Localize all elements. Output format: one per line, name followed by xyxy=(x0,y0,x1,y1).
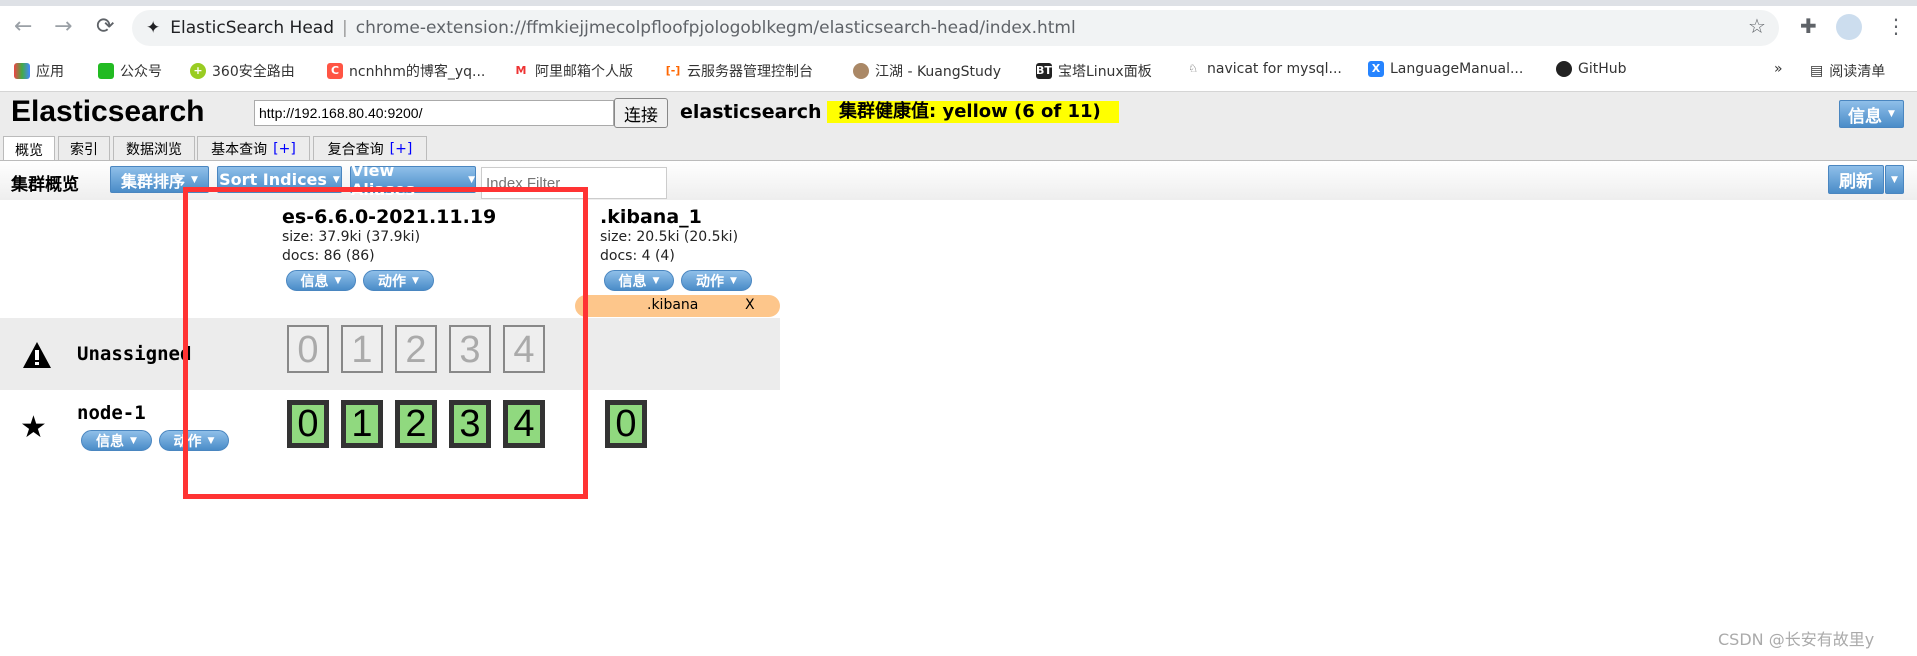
bookmark[interactable]: Cncnhhm的博客_yq... xyxy=(327,61,485,81)
tab-label: 数据浏览 xyxy=(126,142,182,158)
reload-icon[interactable]: ⟳ xyxy=(96,14,114,39)
caret-down-icon: ▼ xyxy=(652,275,660,286)
tab-indices[interactable]: 索引 xyxy=(58,136,110,161)
bookmark-label: 应用 xyxy=(36,64,64,80)
bookmark-star-icon[interactable]: ☆ xyxy=(1748,14,1766,38)
caret-down-icon: ▼ xyxy=(332,174,340,185)
bookmark[interactable]: 江湖 - KuangStudy xyxy=(853,61,1001,81)
watermark: CSDN @长安有故里y xyxy=(1718,630,1875,649)
index-size: size: 20.5ki (20.5ki) xyxy=(600,229,739,245)
refresh-button[interactable]: 刷新 xyxy=(1828,165,1884,194)
confluence-icon: X xyxy=(1368,61,1384,77)
info-label: 信息 xyxy=(1848,106,1883,127)
extension-icon: ✦ xyxy=(146,18,161,38)
bookmark-label: 云服务器管理控制台 xyxy=(687,64,813,80)
apps-grid-icon xyxy=(14,63,30,79)
caret-down-icon: ▼ xyxy=(1891,174,1898,185)
warning-icon xyxy=(23,342,51,368)
index-docs: docs: 4 (4) xyxy=(600,248,675,264)
bookmark-label: 公众号 xyxy=(120,64,162,80)
wechat-icon xyxy=(98,63,114,79)
highlight-box xyxy=(183,187,588,499)
button-label: 集群排序 xyxy=(121,171,186,191)
address-bar[interactable]: ✦ ElasticSearch Head | chrome-extension:… xyxy=(132,10,1779,46)
tab-overview[interactable]: 概览 xyxy=(3,136,55,162)
overview-title: 集群概览 xyxy=(11,175,79,195)
started-shard[interactable]: 0 xyxy=(605,400,647,448)
index-info-button[interactable]: 信息 ▼ xyxy=(604,270,674,291)
navicat-icon: ♘ xyxy=(1188,62,1198,75)
add-tab-link[interactable]: [+] xyxy=(273,141,296,157)
bookmark[interactable]: ♘ navicat for mysql... xyxy=(1185,61,1342,77)
caret-down-icon: ▼ xyxy=(468,174,475,185)
back-icon[interactable]: ← xyxy=(14,14,32,39)
bookmark[interactable]: 公众号 xyxy=(98,61,162,81)
bookmark[interactable]: [-] 云服务器管理控制台 xyxy=(665,61,813,81)
bt-icon: BT xyxy=(1036,63,1052,79)
profile-avatar[interactable] xyxy=(1836,14,1862,40)
csdn-icon: C xyxy=(327,63,343,79)
menu-icon[interactable]: ⋮ xyxy=(1886,14,1906,38)
bookmark-label: 宝塔Linux面板 xyxy=(1058,64,1152,80)
cluster-url-input[interactable] xyxy=(254,100,614,126)
caret-down-icon: ▼ xyxy=(191,174,198,185)
refresh-interval-dropdown[interactable]: ▼ xyxy=(1885,165,1904,194)
page-title: ElasticSearch Head xyxy=(170,18,334,38)
tab-label: 复合查询 xyxy=(327,142,384,158)
node-name: node-1 xyxy=(77,402,146,424)
bookmark-label: 360安全路由 xyxy=(212,64,295,80)
master-star-icon: ★ xyxy=(20,410,47,445)
bookmark[interactable]: GitHub xyxy=(1556,61,1627,77)
extensions-icon[interactable]: ✚ xyxy=(1800,14,1817,38)
github-icon xyxy=(1556,61,1572,77)
caret-down-icon: ▼ xyxy=(1888,109,1895,119)
forward-icon[interactable]: → xyxy=(54,14,72,39)
cluster-health-badge: 集群健康值: yellow (6 of 11) xyxy=(827,101,1119,123)
caret-down-icon: ▼ xyxy=(730,275,737,286)
node-info-button[interactable]: 信息 ▼ xyxy=(81,430,152,451)
tab-basic-query[interactable]: 基本查询 [+] xyxy=(197,136,310,161)
cluster-name: elasticsearch xyxy=(680,101,822,123)
tab-label: 概览 xyxy=(15,142,43,159)
button-label: 信息 xyxy=(96,433,125,450)
bookmark-label: 江湖 - KuangStudy xyxy=(875,64,1002,80)
aliyun-icon: [-] xyxy=(665,64,681,77)
tab-compound-query[interactable]: 复合查询 [+] xyxy=(313,136,427,161)
bookmark[interactable]: BT 宝塔Linux面板 xyxy=(1036,61,1152,81)
avatar-icon xyxy=(853,63,869,79)
caret-down-icon: ▼ xyxy=(130,435,137,446)
more-bookmarks[interactable]: » xyxy=(1774,61,1783,77)
logo: Elasticsearch xyxy=(11,95,205,128)
button-label: 动作 xyxy=(696,273,725,290)
alias-label: .kibana xyxy=(647,297,699,313)
remove-alias-button[interactable]: X xyxy=(745,297,755,313)
add-tab-link[interactable]: [+] xyxy=(390,141,413,157)
bookmark-label: ncnhhm的博客_yq... xyxy=(349,64,486,80)
tab-label: 基本查询 xyxy=(211,142,268,158)
aliyun-mail-icon: M xyxy=(515,64,527,77)
bookmark-label: navicat for mysql... xyxy=(1207,61,1342,77)
index-action-button[interactable]: 动作 ▼ xyxy=(681,270,752,291)
button-label: 信息 xyxy=(618,273,647,290)
url-text: chrome-extension://ffmkiejjmecolpfloofpj… xyxy=(355,18,1076,38)
reading-list[interactable]: ▤ 阅读清单 xyxy=(1810,61,1885,81)
tab-label: 索引 xyxy=(70,142,98,158)
unassigned-label: Unassigned xyxy=(77,343,192,365)
index-name: .kibana_1 xyxy=(600,206,702,228)
bookmark[interactable]: +360安全路由 xyxy=(190,61,295,81)
bookmark[interactable]: X LanguageManual... xyxy=(1368,61,1523,77)
tab-browser[interactable]: 数据浏览 xyxy=(113,136,195,161)
bookmark[interactable]: M 阿里邮箱个人版 xyxy=(513,61,633,81)
360-icon: + xyxy=(190,63,206,79)
info-menu-button[interactable]: 信息 ▼ xyxy=(1839,100,1904,128)
bookmark-label: GitHub xyxy=(1578,61,1627,77)
connect-button[interactable]: 连接 xyxy=(614,98,668,128)
bookmark-label: LanguageManual... xyxy=(1390,61,1524,77)
reading-list-icon: ▤ xyxy=(1810,63,1824,79)
reading-list-label: 阅读清单 xyxy=(1829,64,1886,80)
bookmark-apps[interactable]: 应用 xyxy=(14,61,64,81)
alias-tag[interactable]: .kibana X xyxy=(575,295,780,317)
bookmark-label: 阿里邮箱个人版 xyxy=(535,64,633,80)
